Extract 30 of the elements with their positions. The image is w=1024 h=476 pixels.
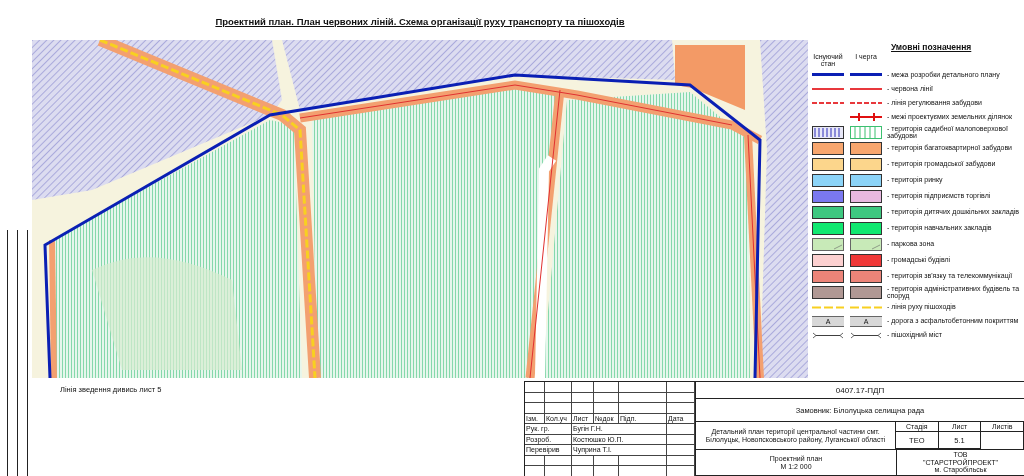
empty-cell (594, 382, 619, 393)
empty-cell (619, 455, 667, 466)
empty-cell (667, 445, 695, 456)
empty-cell (667, 455, 695, 466)
empty-cell (667, 403, 695, 414)
empty-cell (572, 382, 594, 393)
empty-cell (667, 392, 695, 403)
empty-cell (667, 382, 695, 393)
drawing-title: Проектний план. План червоних ліній. Схема організації руху транспорту та пішоходів (215, 16, 625, 27)
empty-cell (525, 382, 545, 393)
empty-cell (525, 455, 545, 466)
empty-cell (594, 403, 619, 414)
empty-cell (572, 403, 594, 414)
legend-title: Умовні позначення (891, 42, 973, 52)
empty-cell (667, 434, 695, 445)
empty-cell (545, 382, 572, 393)
empty-cell (525, 403, 545, 414)
project-code: 0407.17-ПДП (835, 385, 885, 395)
empty-cell (594, 455, 619, 466)
empty-cell (572, 455, 594, 466)
empty-cell (667, 424, 695, 435)
empty-cell (545, 455, 572, 466)
empty-cell (545, 403, 572, 414)
empty-cell (525, 392, 545, 403)
empty-cell (545, 392, 572, 403)
empty-cell (594, 392, 619, 403)
empty-cell (619, 392, 667, 403)
empty-cell (619, 403, 667, 414)
empty-cell (619, 382, 667, 393)
empty-cell (572, 392, 594, 403)
